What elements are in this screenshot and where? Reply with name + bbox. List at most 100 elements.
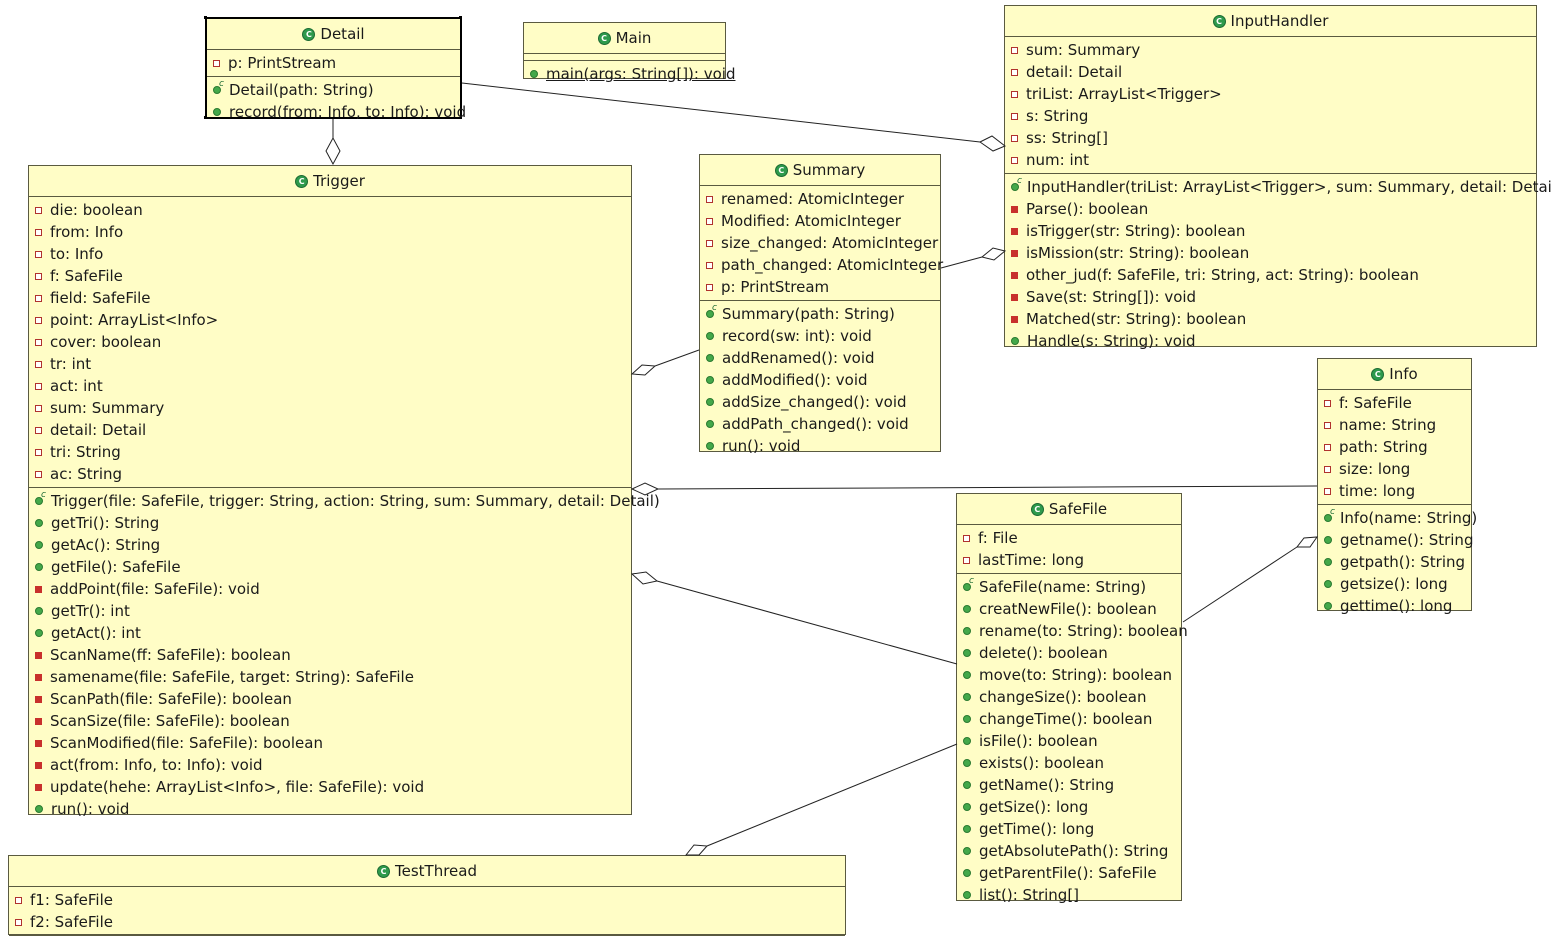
field-row[interactable]: f: SafeFile [29,265,631,287]
field-row[interactable]: f: File [957,527,1181,549]
method-row[interactable]: ScanPath(file: SafeFile): boolean [29,688,631,710]
method-row[interactable]: getTime(): long [957,818,1181,840]
method-row[interactable]: move(to: String): boolean [957,664,1181,686]
method-row[interactable]: exists(): boolean [957,752,1181,774]
field-row[interactable]: field: SafeFile [29,287,631,309]
private-field-icon [706,195,713,203]
method-row[interactable]: Detail(path: String) [207,79,460,101]
method-row[interactable]: Save(st: String[]): void [1005,286,1536,308]
method-row[interactable]: Trigger(file: SafeFile, trigger: String,… [29,490,660,512]
method-row[interactable]: isTrigger(str: String): boolean [1005,220,1536,242]
class-inputhandler[interactable]: C InputHandler sum: Summary detail: Detail t… [1004,5,1551,350]
field-row[interactable]: detail: Detail [29,419,631,441]
field-row[interactable]: time: long [1318,480,1471,502]
field-row[interactable]: cover: boolean [29,331,631,353]
class-safefile[interactable]: C SafeFile f: File lastTime: long SafeFile(n… [956,493,1188,904]
private-method-icon [35,761,42,769]
method-row[interactable]: Summary(path: String) [700,303,940,325]
method-row[interactable]: addPath_changed(): void [700,413,940,435]
method-row[interactable]: run(): void [700,435,940,457]
method-row[interactable]: Info(name: String) [1318,507,1477,529]
field-row[interactable]: sum: Summary [1005,39,1536,61]
method-row[interactable]: delete(): boolean [957,642,1181,664]
field-row[interactable]: f1: SafeFile [9,889,845,911]
method-row[interactable]: creatNewFile(): boolean [957,598,1181,620]
method-row[interactable]: act(from: Info, to: Info): void [29,754,631,776]
field-row[interactable]: f2: SafeFile [9,911,845,933]
method-row[interactable]: addPoint(file: SafeFile): void [29,578,631,600]
field-row[interactable]: s: String [1005,105,1536,127]
field-row[interactable]: act: int [29,375,631,397]
field-row[interactable]: to: Info [29,243,631,265]
method-row[interactable]: main(args: String[]): void [524,63,735,85]
field-row[interactable]: p: PrintStream [700,276,940,298]
method-row[interactable]: getFile(): SafeFile [29,556,631,578]
method-row[interactable]: getAbsolutePath(): String [957,840,1181,862]
method-row[interactable]: getsize(): long [1318,573,1471,595]
method-row[interactable]: rename(to: String): boolean [957,620,1188,642]
method-row[interactable]: list(): String[] [957,884,1181,906]
method-row[interactable]: getTri(): String [29,512,631,534]
field-row[interactable]: die: boolean [29,199,631,221]
method-row[interactable]: Matched(str: String): boolean [1005,308,1536,330]
method-row[interactable]: Handle(s: String): void [1005,330,1536,352]
field-row[interactable]: triList: ArrayList<Trigger> [1005,83,1536,105]
method-row[interactable]: ScanSize(file: SafeFile): boolean [29,710,631,732]
method-row[interactable]: getAct(): int [29,622,631,644]
class-info[interactable]: C Info f: SafeFile name: String path: String… [1317,358,1477,615]
method-row[interactable]: getname(): String [1318,529,1473,551]
field-row[interactable]: ss: String[] [1005,127,1536,149]
field-row[interactable]: detail: Detail [1005,61,1536,83]
method-row[interactable]: record(sw: int): void [700,325,940,347]
method-row[interactable]: changeTime(): boolean [957,708,1181,730]
field-row[interactable]: name: String [1318,414,1471,436]
method-row[interactable]: getParentFile(): SafeFile [957,862,1181,884]
method-row[interactable]: addRenamed(): void [700,347,940,369]
method-row[interactable]: ScanModified(file: SafeFile): boolean [29,732,631,754]
method-row[interactable]: other_jud(f: SafeFile, tri: String, act:… [1005,264,1536,286]
field-row[interactable]: lastTime: long [957,549,1181,571]
method-row[interactable]: ScanName(ff: SafeFile): boolean [29,644,631,666]
method-row[interactable]: record(from: Info, to: Info): void [207,101,466,123]
method-row[interactable]: changeSize(): boolean [957,686,1181,708]
class-trigger[interactable]: C Trigger die: boolean from: Info to: Info f:… [28,165,660,818]
field-row[interactable]: Modified: AtomicInteger [700,210,940,232]
field-row[interactable]: from: Info [29,221,631,243]
fields-section: p: PrintStream [207,50,460,76]
method-row[interactable]: isFile(): boolean [957,730,1181,752]
field-row[interactable]: size_changed: AtomicInteger [700,232,940,254]
field-row[interactable]: num: int [1005,149,1536,171]
method-text: getTr(): int [51,602,130,620]
method-row[interactable]: addSize_changed(): void [700,391,940,413]
method-row[interactable]: addModified(): void [700,369,940,391]
field-row[interactable]: path: String [1318,436,1471,458]
class-testthread[interactable]: C TestThread f1: SafeFile f2: SafeFile [8,855,846,936]
field-row[interactable]: size: long [1318,458,1471,480]
method-row[interactable]: gettime(): long [1318,595,1471,617]
field-text: lastTime: long [978,551,1084,569]
method-row[interactable]: getName(): String [957,774,1181,796]
method-row[interactable]: getpath(): String [1318,551,1471,573]
field-row[interactable]: tr: int [29,353,631,375]
class-detail[interactable]: C Detail p: PrintStream Detail(path: String… [205,17,466,121]
field-row[interactable]: ac: String [29,463,631,485]
method-row[interactable]: getTr(): int [29,600,631,622]
method-row[interactable]: getAc(): String [29,534,631,556]
method-row[interactable]: Parse(): boolean [1005,198,1536,220]
method-row[interactable]: run(): void [29,798,631,820]
field-row[interactable]: p: PrintStream [207,52,460,74]
method-row[interactable]: InputHandler(triList: ArrayList<Trigger>… [1005,176,1551,198]
method-row[interactable]: samename(file: SafeFile, target: String)… [29,666,631,688]
field-row[interactable]: sum: Summary [29,397,631,419]
field-row[interactable]: f: SafeFile [1318,392,1471,414]
field-row[interactable]: tri: String [29,441,631,463]
method-row[interactable]: isMission(str: String): boolean [1005,242,1536,264]
field-row[interactable]: renamed: AtomicInteger [700,188,940,210]
method-row[interactable]: update(hehe: ArrayList<Info>, file: Safe… [29,776,631,798]
method-row[interactable]: SafeFile(name: String) [957,576,1181,598]
class-main[interactable]: C Main main(args: String[]): void [523,22,735,83]
field-row[interactable]: point: ArrayList<Info> [29,309,631,331]
method-row[interactable]: getSize(): long [957,796,1181,818]
class-summary[interactable]: C Summary renamed: AtomicInteger Modified: … [699,154,943,455]
field-row[interactable]: path_changed: AtomicInteger [700,254,943,276]
